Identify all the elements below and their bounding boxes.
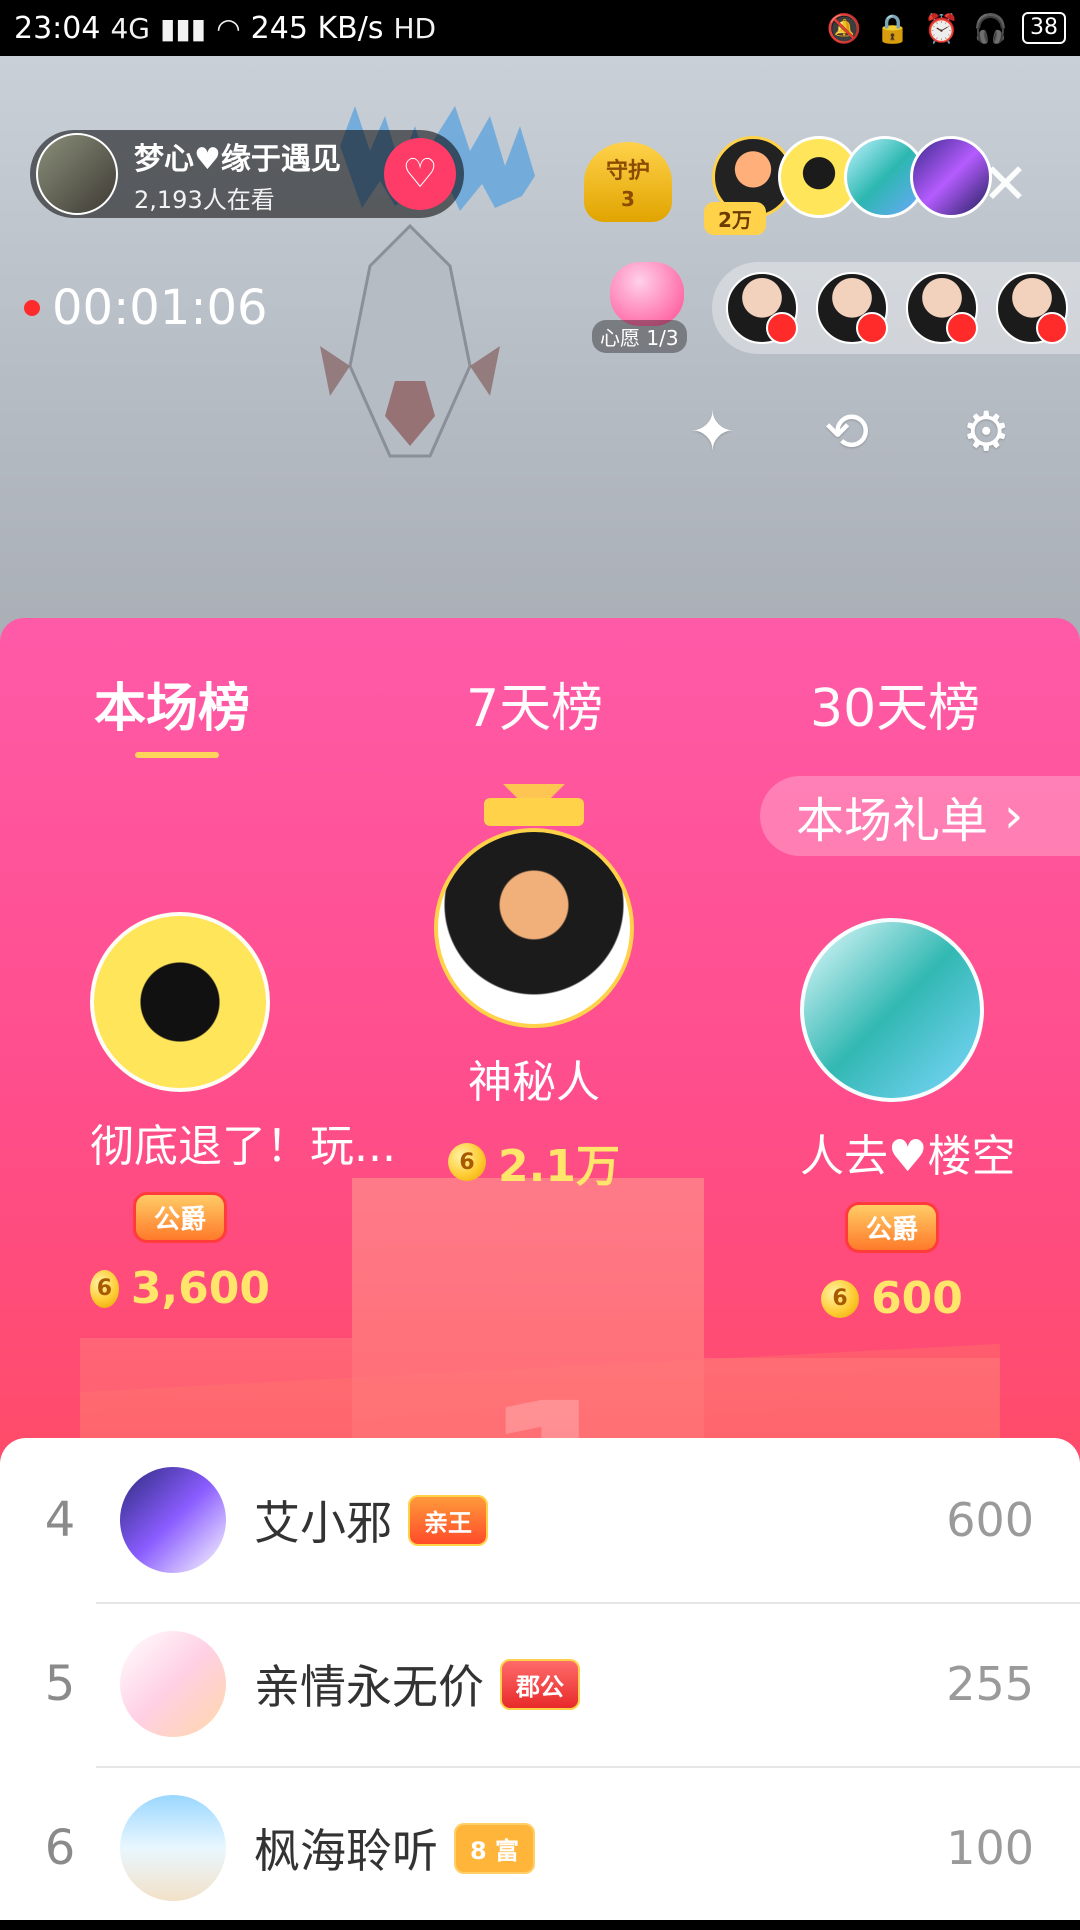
follow-button[interactable]: ♡ [384, 138, 456, 210]
guard-badge[interactable]: 守护 3 [584, 142, 672, 222]
coin-icon: 6 [448, 1143, 487, 1181]
host-name: 梦心♥缘于遇见 [134, 141, 341, 177]
ranking-tabs: 本场榜 7天榜 30天榜 [0, 642, 1080, 758]
recording-dot [24, 300, 40, 316]
top3-name: 人去♥楼空 [800, 1131, 1016, 1182]
crown-icon [484, 784, 584, 826]
list-avatar[interactable] [120, 1467, 226, 1573]
top3-badge: 公爵 [844, 1202, 939, 1253]
list-value: 100 [946, 1821, 1034, 1875]
host-info[interactable]: 梦心♥缘于遇见 2,193人在看 ♡ [30, 130, 464, 218]
viewer-avatar-4[interactable] [910, 136, 992, 218]
top1-score: 6 2.1万 [434, 1130, 634, 1194]
top3-score: 6 600 [800, 1273, 984, 1324]
status-right: 🔕 🔒 ⏰ 🎧 38 [826, 11, 1066, 45]
network-speed: 245 KB/s [250, 10, 384, 46]
close-button[interactable]: ✕ [982, 152, 1029, 217]
timer-text: 00:01:06 [52, 280, 268, 336]
list-avatar[interactable] [120, 1795, 226, 1901]
list-name: 枫海聆听 [254, 1824, 438, 1878]
wish-label: 心愿 1/3 [592, 320, 687, 353]
gift-list-label: 本场礼单 [796, 793, 989, 849]
settings-button[interactable]: ⚙ [962, 400, 1010, 463]
list-name: 亲情永无价 [254, 1660, 484, 1714]
list-item[interactable]: 5 亲情永无价 郡公 255 [0, 1602, 1080, 1766]
headphones-icon: 🎧 [973, 11, 1008, 45]
tab-current[interactable]: 本场榜 [94, 666, 250, 741]
status-bar: 23:04 4G ▮▮▮ ◠ 245 KB/s HD 🔕 🔒 ⏰ 🎧 38 [0, 0, 1080, 56]
mic-seat-1[interactable] [726, 272, 798, 344]
wifi-icon: ◠ [216, 11, 241, 45]
status-time: 23:04 [14, 10, 101, 46]
top2-user[interactable]: 彻底退了！玩... 公爵 6 3,600 [90, 912, 396, 1314]
camera-switch-button[interactable]: ⟲ [824, 400, 869, 463]
magic-wand-icon: ✦ [690, 400, 736, 463]
list-badge: 8 富 [454, 1822, 536, 1874]
mic-seat-3[interactable] [906, 272, 978, 344]
top2-badge: 公爵 [132, 1192, 227, 1243]
hd-icon: HD [393, 11, 437, 45]
guard-count: 3 [621, 187, 635, 211]
top2-score-value: 3,600 [130, 1263, 270, 1314]
gear-icon: ⚙ [962, 400, 1011, 463]
tab-underline [135, 752, 219, 758]
top3-user[interactable]: 人去♥楼空 公爵 6 600 [800, 918, 1016, 1324]
beauty-button[interactable]: ✦ [690, 400, 735, 463]
list-value: 600 [946, 1493, 1034, 1547]
lock-icon: 🔒 [875, 11, 911, 45]
battery-indicator: 38 [1022, 12, 1066, 44]
coin-icon: 6 [821, 1279, 860, 1318]
list-value: 255 [946, 1657, 1034, 1711]
gift-list-button[interactable]: 本场礼单 › [760, 776, 1080, 856]
chevron-right-icon: › [1004, 788, 1024, 844]
camera-switch-icon: ⟲ [824, 400, 870, 463]
list-rank: 4 [44, 1492, 76, 1548]
top1-name: 神秘人 [468, 1057, 600, 1108]
mic-seat-4[interactable] [996, 272, 1068, 344]
list-name: 艾小邪 [254, 1496, 392, 1550]
coin-icon: 6 [90, 1269, 119, 1308]
network-icon: 4G [110, 11, 150, 45]
heart-plus-icon: ♡ [402, 151, 438, 197]
list-badge: 亲王 [408, 1494, 488, 1546]
list-item[interactable]: 6 枫海聆听 8 富 100 [0, 1766, 1080, 1930]
tab-30days[interactable]: 30天榜 [810, 666, 980, 741]
list-rank: 6 [44, 1820, 76, 1876]
top3-score-value: 600 [871, 1273, 963, 1324]
host-text: 梦心♥缘于遇见 2,193人在看 [134, 134, 341, 215]
ranking-list: 4 艾小邪 亲王 600 5 亲情永无价 郡公 255 6 枫海聆听 8 富 1… [0, 1438, 1080, 1920]
live-video[interactable]: 梦心♥缘于遇见 2,193人在看 ♡ 守护 3 2万 ✕ 00:01:06 心愿… [0, 56, 1080, 656]
wish-button[interactable]: 心愿 1/3 [592, 262, 702, 353]
list-badge: 郡公 [500, 1658, 580, 1710]
wish-heart-icon [610, 262, 684, 326]
alarm-icon: ⏰ [924, 11, 960, 45]
host-viewers: 2,193人在看 [134, 185, 275, 214]
signal-icon: ▮▮▮ [159, 11, 207, 45]
live-timer: 00:01:06 [24, 280, 268, 336]
guard-label: 守护 [605, 159, 650, 184]
list-avatar[interactable] [120, 1631, 226, 1737]
top1-user[interactable]: 神秘人 6 2.1万 [434, 784, 634, 1194]
status-left: 23:04 4G ▮▮▮ ◠ 245 KB/s HD [14, 11, 436, 46]
top1-score-value: 2.1万 [498, 1141, 620, 1192]
list-rank: 5 [44, 1656, 76, 1712]
top2-score: 6 3,600 [90, 1263, 270, 1314]
host-avatar[interactable] [36, 133, 118, 215]
top1-avatar[interactable] [434, 828, 634, 1028]
top3-avatar[interactable] [800, 918, 984, 1102]
tab-7days[interactable]: 7天榜 [466, 666, 603, 741]
close-icon: ✕ [982, 152, 1029, 217]
mute-icon: 🔕 [826, 11, 862, 45]
mic-seat-2[interactable] [816, 272, 888, 344]
mic-seats[interactable] [712, 262, 1080, 354]
top-viewer-badge: 2万 [704, 202, 766, 235]
top2-avatar[interactable] [90, 912, 270, 1092]
top2-name: 彻底退了！玩... [90, 1121, 396, 1172]
list-item[interactable]: 4 艾小邪 亲王 600 [0, 1438, 1080, 1602]
